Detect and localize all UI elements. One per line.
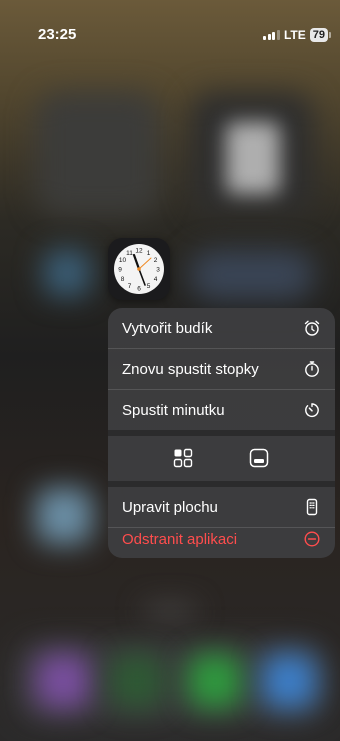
home-screen: 23:25 LTE 79 12 1 2 3 4 5 6 7 8 9 10 11 Vytvořit bu… (0, 0, 340, 741)
blurred-app-icon (44, 250, 90, 296)
clock-numeral: 11 (126, 250, 133, 257)
clock-app-icon[interactable]: 12 1 2 3 4 5 6 7 8 9 10 11 (108, 238, 170, 300)
status-indicators: LTE 79 (263, 28, 332, 42)
blurred-widget-left (36, 92, 160, 216)
status-time: 23:25 (38, 26, 77, 43)
blurred-widget-right (190, 250, 314, 300)
stopwatch-icon (305, 361, 319, 377)
menu-item-label: Vytvořit budík (122, 319, 213, 337)
blurred-dock-app-3 (188, 654, 242, 708)
clock-numeral: 9 (118, 266, 122, 273)
clock-numeral: 4 (154, 276, 158, 283)
widget-grid-icon[interactable] (172, 447, 194, 469)
clock-numeral: 7 (128, 283, 132, 290)
clock-numeral: 3 (156, 266, 160, 273)
clock-numeral: 1 (147, 250, 151, 257)
menu-item-start-timer[interactable]: Spustit minutku (108, 390, 335, 430)
clock-numeral: 12 (135, 247, 143, 254)
status-bar: 23:25 LTE 79 (0, 0, 340, 56)
blurred-page-dots (144, 606, 196, 616)
minus-circle-icon (304, 531, 320, 547)
menu-item-restart-stopwatch[interactable]: Znovu spustit stopky (108, 349, 335, 389)
timer-icon (305, 403, 319, 418)
blurred-dock-app-1 (36, 654, 90, 708)
menu-item-label: Znovu spustit stopky (122, 360, 259, 378)
widget-size-row (108, 435, 335, 481)
menu-item-create-alarm[interactable]: Vytvořit budík (108, 308, 335, 348)
clock-numeral: 5 (147, 283, 151, 290)
menu-item-label: Spustit minutku (122, 401, 225, 419)
context-menu: Vytvořit budík Znovu spustit stopky Spus… (108, 308, 335, 558)
phone-screen-icon (306, 498, 318, 516)
clock-face-icon: 12 12 3 45678 9 1011 (114, 244, 164, 294)
blurred-date-digits (226, 122, 280, 194)
clock-numeral: 8 (121, 276, 125, 283)
alarm-clock-icon (304, 320, 320, 336)
signal-icon (263, 30, 280, 40)
menu-item-label: Upravit plochu (122, 498, 218, 516)
blurred-dock-app-4 (262, 654, 316, 708)
clock-numeral: 6 (137, 285, 141, 292)
battery-icon: 79 (309, 28, 332, 42)
blurred-app-icon-2 (36, 488, 92, 544)
menu-item-label: Odstranit aplikaci (122, 530, 238, 548)
menu-item-remove-app[interactable]: Odstranit aplikaci (108, 519, 335, 558)
clock-numeral: 2 (154, 257, 158, 264)
widget-small-icon[interactable] (248, 447, 270, 469)
network-type: LTE (283, 28, 306, 42)
blurred-dock-app-2 (110, 654, 164, 708)
clock-numeral: 10 (119, 257, 127, 264)
